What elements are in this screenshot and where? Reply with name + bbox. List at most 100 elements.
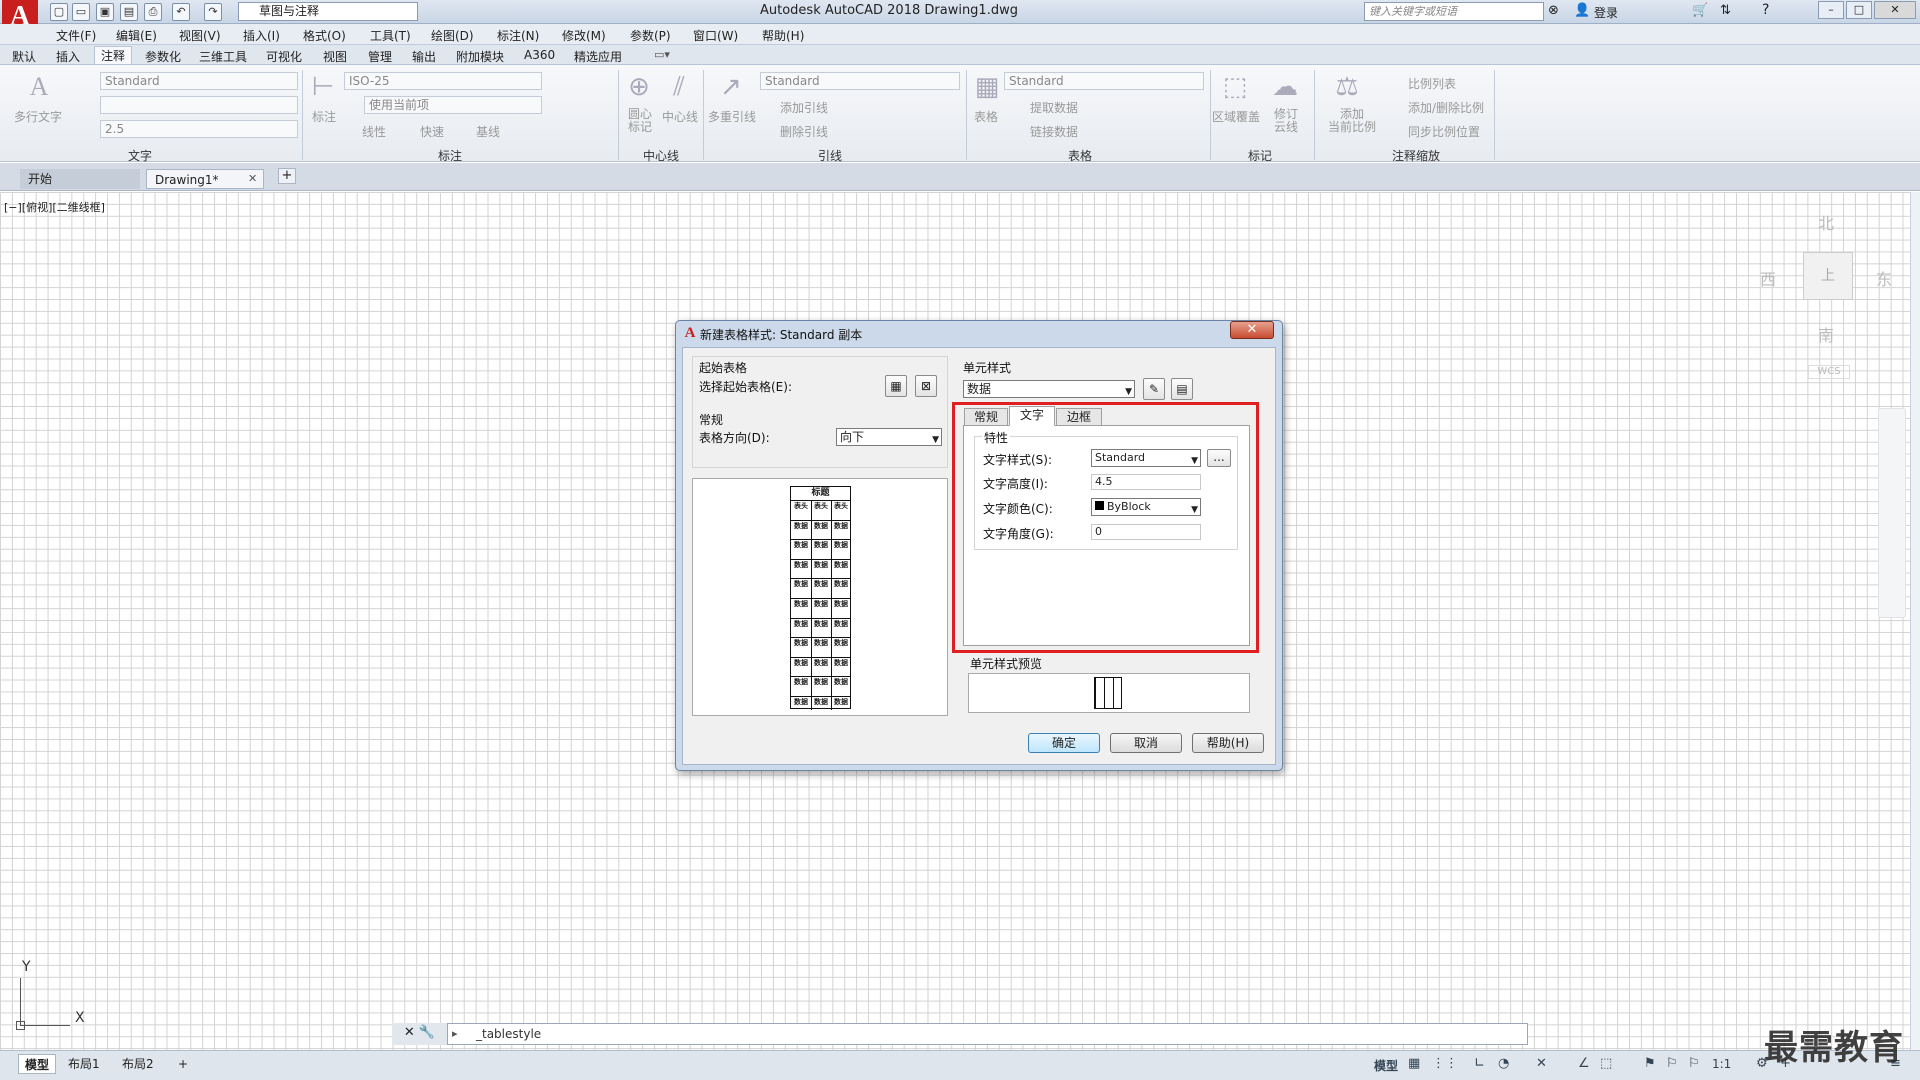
navigation-bar[interactable] [1878, 408, 1906, 618]
menu-window[interactable]: 窗口(W) [693, 27, 738, 44]
center-mark-icon[interactable]: ⊕ [622, 70, 656, 104]
text-height-combo[interactable]: 2.5 [100, 120, 298, 138]
tab-start[interactable]: 开始 [20, 169, 140, 189]
menu-edit[interactable]: 编辑(E) [116, 27, 157, 44]
tab-parametric[interactable]: 参数化 [145, 48, 181, 65]
multiline-text-label[interactable]: 多行文字 [14, 108, 62, 125]
menu-tools[interactable]: 工具(T) [370, 27, 411, 44]
menu-file[interactable]: 文件(F) [56, 27, 96, 44]
text-panel-label[interactable]: 文字 [100, 147, 180, 164]
tab-a360[interactable]: A360 [524, 48, 555, 62]
open-file-icon[interactable]: ▭ [72, 3, 90, 21]
table-direction-select[interactable]: 向下 ▼ [836, 428, 942, 446]
compass-north[interactable]: 北 [1818, 210, 1834, 234]
polar-icon[interactable]: ◔ [1498, 1056, 1509, 1071]
link-data-button[interactable]: 链接数据 [1030, 123, 1078, 140]
command-line[interactable] [392, 1023, 1528, 1045]
minimize-button[interactable]: – [1818, 1, 1844, 19]
leader-panel-label[interactable]: 引线 [800, 147, 860, 164]
dimension-label[interactable]: 标注 [312, 108, 336, 125]
menu-parametric[interactable]: 参数(P) [630, 27, 671, 44]
save-icon[interactable]: ▣ [96, 3, 114, 21]
osnap-icon[interactable]: ✕ [1536, 1056, 1547, 1071]
add-current-scale-icon[interactable]: ⚖ [1330, 70, 1364, 104]
tab-featured-apps[interactable]: 精选应用 [574, 48, 622, 65]
tab-model[interactable]: 模型 [18, 1054, 57, 1074]
center-mark-label[interactable]: 圆心 标记 [628, 108, 656, 134]
add-leader-button[interactable]: 添加引线 [780, 99, 828, 116]
centerline-icon[interactable]: ⫽ [662, 70, 696, 104]
snap-icon[interactable]: ⋮⋮ [1432, 1056, 1458, 1071]
annotation-visibility-icon[interactable]: ⚑ [1644, 1056, 1656, 1071]
close-window-button[interactable]: ✕ [1874, 1, 1916, 19]
lineweight-icon[interactable]: ∠ [1578, 1056, 1590, 1071]
compass-south[interactable]: 南 [1818, 322, 1834, 346]
dim-style-combo[interactable]: ISO-25 [344, 72, 542, 90]
connect-icon[interactable]: ⇅ [1720, 3, 1731, 18]
revcloud-icon[interactable]: ☁ [1268, 70, 1302, 104]
save-as-icon[interactable]: ▤ [120, 3, 138, 21]
dimension-icon[interactable]: ⊢ [306, 70, 340, 104]
menu-dimension[interactable]: 标注(N) [497, 27, 539, 44]
wipeout-label[interactable]: 区域覆盖 [1212, 108, 1260, 125]
tab-3d-tools[interactable]: 三维工具 [199, 48, 247, 65]
create-cell-style-button[interactable]: ✎ [1143, 378, 1165, 400]
redo-icon[interactable]: ↷ [204, 3, 222, 21]
annotation-scale-icon[interactable]: ⚐ [1688, 1056, 1700, 1071]
menu-format[interactable]: 格式(O) [303, 27, 346, 44]
scale-list-button[interactable]: 比例列表 [1408, 75, 1456, 92]
tab-insert[interactable]: 插入 [56, 48, 80, 65]
table-style-combo[interactable]: Standard [1004, 72, 1204, 90]
multiline-text-icon[interactable]: A [22, 70, 56, 104]
tab-visualize[interactable]: 可视化 [266, 48, 302, 65]
cart-icon[interactable]: 🛒 [1692, 3, 1708, 18]
add-delete-scale-button[interactable]: 添加/删除比例 [1408, 99, 1484, 116]
tab-layout1[interactable]: 布局1 [62, 1054, 106, 1074]
select-table-button[interactable]: ▦ [885, 375, 907, 397]
auto-scale-icon[interactable]: ⚐ [1666, 1056, 1678, 1071]
viewport-controls[interactable]: [−][俯视][二维线框] [4, 199, 105, 215]
new-layout-button[interactable]: + [172, 1054, 194, 1074]
user-icon[interactable]: 👤 [1574, 3, 1590, 18]
quick-dim-button[interactable]: 快速 [420, 123, 444, 140]
table-icon[interactable]: ▦ [970, 70, 1004, 104]
linear-dim-button[interactable]: 线性 [362, 123, 386, 140]
cell-style-select[interactable]: 数据 ▼ [963, 380, 1135, 398]
manage-cell-styles-button[interactable]: ▤ [1171, 378, 1193, 400]
binoculars-icon[interactable]: ⊗ [1548, 3, 1559, 18]
tab-manage[interactable]: 管理 [368, 48, 392, 65]
dim-panel-label[interactable]: 标注 [420, 147, 480, 164]
multileader-label[interactable]: 多重引线 [708, 108, 756, 125]
centerline-label[interactable]: 中心线 [662, 108, 698, 125]
login-link[interactable]: 登录 [1594, 4, 1618, 21]
dim-layer-combo[interactable]: 使用当前项 [364, 96, 542, 114]
tab-output[interactable]: 输出 [412, 48, 436, 65]
table-panel-label[interactable]: 表格 [1050, 147, 1110, 164]
compass-east[interactable]: 东 [1876, 266, 1892, 290]
menu-insert[interactable]: 插入(I) [243, 27, 280, 44]
help-icon[interactable]: ? [1762, 2, 1769, 18]
sync-scale-button[interactable]: 同步比例位置 [1408, 123, 1480, 140]
new-file-icon[interactable]: ▢ [50, 3, 68, 21]
help-button[interactable]: 帮助(H) [1192, 733, 1264, 753]
grid-icon[interactable]: ▦ [1408, 1056, 1420, 1071]
search-input[interactable]: 键入关键字或短语 [1364, 2, 1544, 21]
tab-layout2[interactable]: 布局2 [116, 1054, 160, 1074]
remove-leader-button[interactable]: 删除引线 [780, 123, 828, 140]
annotation-scale-value[interactable]: 1:1 [1712, 1057, 1731, 1071]
maximize-button[interactable]: □ [1846, 1, 1872, 19]
baseline-dim-button[interactable]: 基线 [476, 123, 500, 140]
tab-default[interactable]: 默认 [12, 48, 36, 65]
command-line-text[interactable]: _tablestyle [476, 1027, 541, 1041]
command-line-tools[interactable]: ✕ 🔧 [392, 1023, 448, 1045]
tab-view[interactable]: 视图 [323, 48, 347, 65]
tab-drawing1[interactable]: Drawing1* [146, 169, 264, 189]
delete-table-button[interactable]: ⊠ [915, 375, 937, 397]
close-tab-icon[interactable]: ✕ [248, 172, 257, 185]
ribbon-toggle-icon[interactable]: ▭▾ [654, 48, 670, 61]
tab-addins[interactable]: 附加模块 [456, 48, 504, 65]
leader-style-combo[interactable]: Standard [760, 72, 960, 90]
menu-view[interactable]: 视图(V) [179, 27, 221, 44]
add-current-scale-label[interactable]: 添加 当前比例 [1326, 108, 1378, 134]
table-label[interactable]: 表格 [974, 108, 998, 125]
